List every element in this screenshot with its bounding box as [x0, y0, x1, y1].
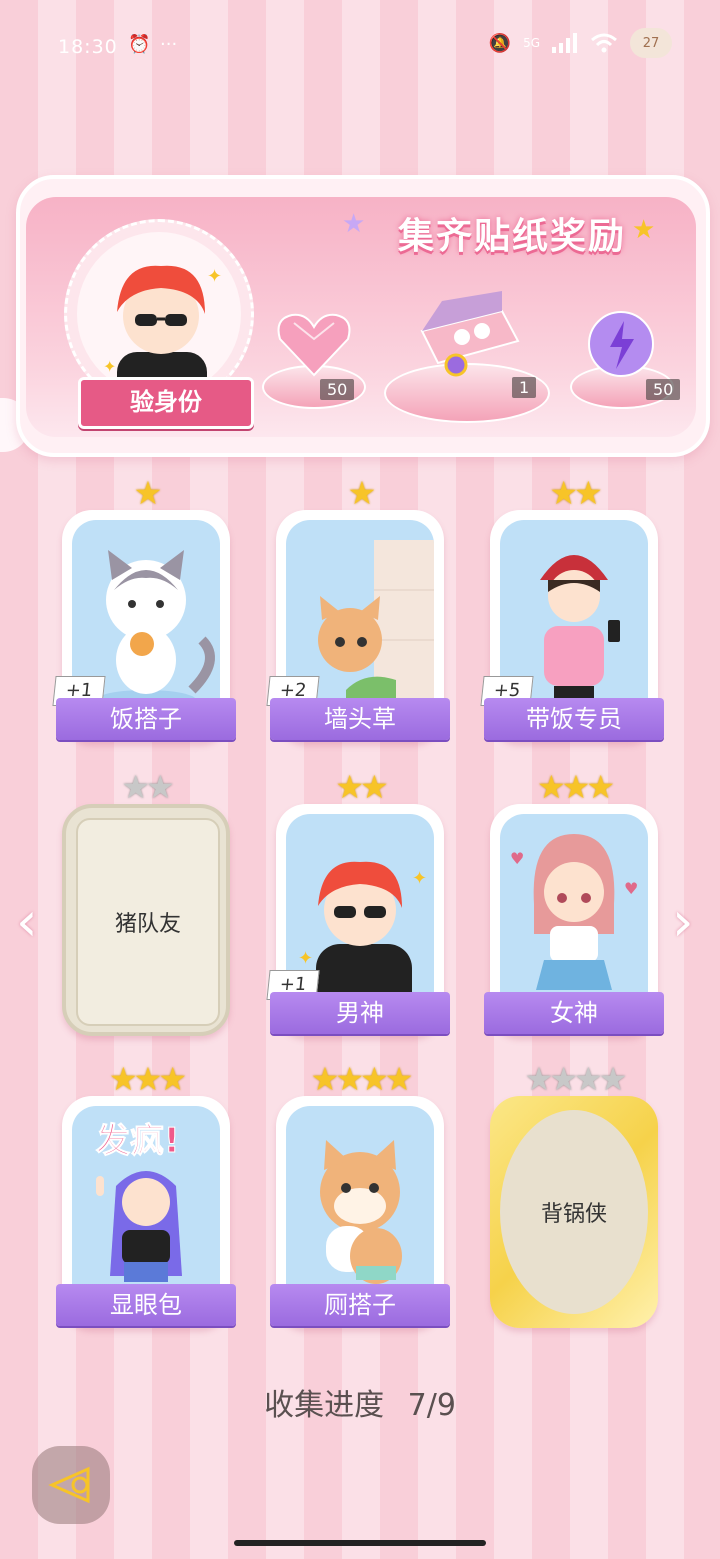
star-rating: ★★★★	[310, 1060, 414, 1098]
card-name: 女神	[484, 992, 664, 1034]
svg-text:♥: ♥	[624, 879, 638, 898]
sticker-card[interactable]: ★★★★ 厕搭子	[270, 1060, 450, 1328]
verify-identity-button[interactable]: 验身份	[78, 377, 254, 429]
energy-orb-icon	[588, 311, 654, 377]
reward-count: 50	[320, 379, 355, 400]
reward-heart-gem[interactable]: 50	[258, 309, 368, 419]
sticker-card[interactable]: ★ +1 饭搭子	[52, 474, 236, 742]
star-rating: ★★	[335, 768, 388, 806]
battery-indicator: 27	[630, 28, 672, 58]
art-caption: 发疯!	[96, 1121, 180, 1161]
mute-icon: 🔕	[488, 32, 512, 54]
sticker-card[interactable]: ★ +2 墙头草	[266, 474, 450, 742]
status-bar: 18:30 ⏰ ··· 🔕 5G 27	[0, 0, 720, 95]
signal-icon	[552, 33, 577, 53]
card-name: 厕搭子	[270, 1284, 450, 1326]
star-rating: ★★★★	[524, 1060, 628, 1098]
alarm-icon: ⏰	[128, 34, 151, 55]
back-arrow-icon	[48, 1466, 90, 1504]
svg-text:✦: ✦	[412, 868, 427, 889]
star-rating: ★	[133, 474, 163, 512]
svg-text:✦: ✦	[207, 266, 222, 287]
collection-progress: 收集进度 7/9	[0, 1380, 720, 1424]
svg-text:✦: ✦	[103, 357, 116, 376]
more-status-text: ···	[160, 34, 178, 55]
card-name: 显眼包	[56, 1284, 236, 1326]
star-rating: ★★★	[108, 1060, 187, 1098]
locked-card-name: 猪队友	[76, 818, 220, 1026]
progress-label: 收集进度	[264, 1388, 385, 1423]
gift-box-icon	[420, 291, 520, 377]
home-indicator[interactable]	[234, 1540, 486, 1546]
star-rating: ★★	[549, 474, 602, 512]
sticker-card-locked[interactable]: ★★ 猪队友	[62, 768, 230, 1036]
wifi-icon	[591, 33, 617, 53]
reward-banner: ★ ★ 集齐贴纸奖励 ✦ ✦ 验身份 50 1 50	[16, 175, 710, 457]
svg-text:✦: ✦	[298, 948, 313, 969]
reward-energy-orb[interactable]: 50	[566, 309, 681, 419]
star-rating: ★	[347, 474, 377, 512]
star-rating: ★★	[121, 768, 174, 806]
heart-gem-icon	[277, 313, 351, 377]
reward-count: 1	[512, 377, 537, 398]
banner-title: 集齐贴纸奖励	[398, 216, 627, 257]
card-name: 墙头草	[270, 698, 450, 740]
network-type: 5G	[523, 36, 540, 50]
sticker-card[interactable]: ★★★ 发疯! 显眼包	[56, 1060, 236, 1328]
star-icon: ★	[342, 209, 366, 239]
locked-card-name: 背锅侠	[500, 1110, 648, 1314]
next-arrow-button[interactable]: ›	[672, 890, 694, 953]
sticker-card[interactable]: ★★ +5 带饭专员	[480, 474, 664, 742]
sticker-card[interactable]: ★★ ✦ ✦ +1 男神	[266, 768, 450, 1036]
star-icon: ★	[632, 215, 656, 245]
progress-value: 7/9	[407, 1388, 456, 1423]
card-name: 饭搭子	[56, 698, 236, 740]
avatar: ✦ ✦	[77, 232, 241, 396]
reward-gift-box[interactable]: 1	[384, 291, 550, 431]
card-name: 男神	[270, 992, 450, 1034]
card-name: 带饭专员	[484, 698, 664, 740]
star-rating: ★★★	[536, 768, 615, 806]
sticker-card-gold-locked[interactable]: ★★★★ 背锅侠	[490, 1060, 658, 1328]
reward-count: 50	[646, 379, 681, 400]
back-button[interactable]	[32, 1446, 110, 1524]
previous-arrow-button[interactable]: ‹	[16, 890, 38, 953]
status-time: 18:30	[58, 36, 118, 58]
sticker-card[interactable]: ★★★ ♥ ♥ 女神	[484, 768, 664, 1036]
svg-text:♥: ♥	[510, 849, 524, 868]
